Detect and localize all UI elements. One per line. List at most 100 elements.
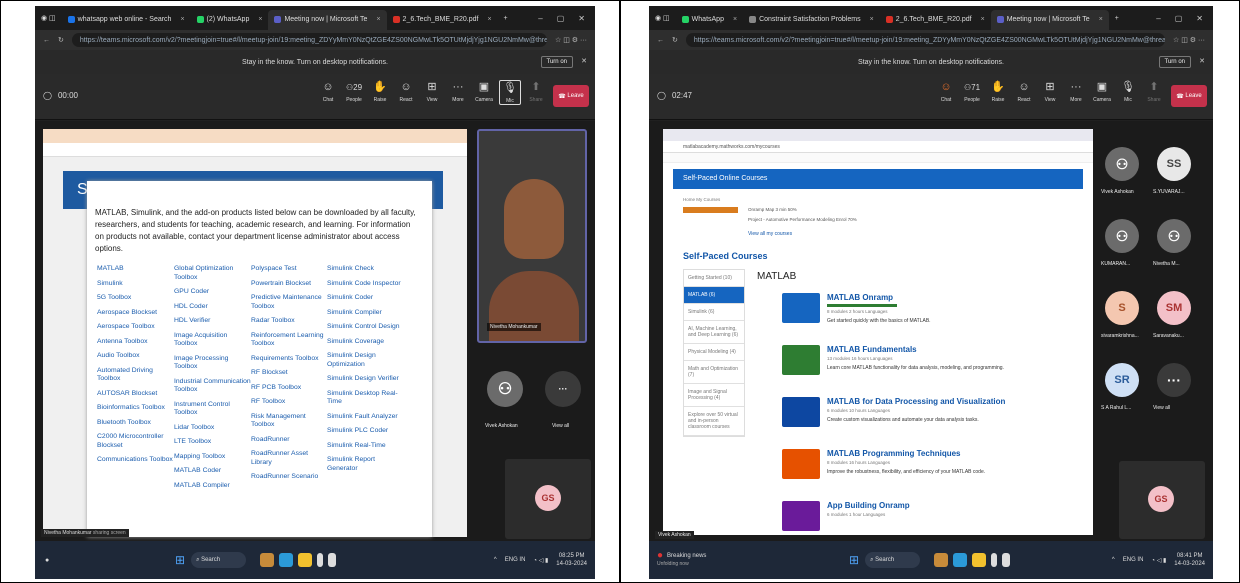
close-icon[interactable]: × — [981, 16, 985, 23]
product-link[interactable]: Simulink Coverage — [327, 338, 405, 347]
product-link[interactable]: HDL Coder — [174, 303, 252, 312]
view-all-button[interactable]: ··· — [1157, 363, 1191, 397]
course-title[interactable]: App Building Onramp — [827, 501, 1093, 510]
course-card[interactable]: MATLAB Programming Techniques 8 modules 1… — [782, 449, 1093, 479]
close-icon[interactable]: × — [376, 16, 380, 23]
product-link[interactable]: C2000 Microcontroller Blockset — [97, 433, 175, 450]
recent-course-1[interactable]: Onramp Map 3 min 50% — [748, 207, 797, 212]
product-link[interactable]: Requirements Toolbox — [251, 355, 329, 364]
participant-avatar[interactable]: ⚇ — [1157, 219, 1191, 253]
news-widget[interactable]: ● Breaking news Unfolding now — [649, 551, 849, 568]
browser-tab[interactable]: Constraint Satisfaction Problems × — [743, 10, 880, 30]
product-link[interactable]: 5G Toolbox — [97, 294, 175, 303]
view-button[interactable]: ⊞ View — [421, 80, 443, 103]
edge-icon[interactable] — [279, 553, 294, 567]
start-icon[interactable]: ⊞ — [175, 553, 185, 567]
product-link[interactable]: RF Toolbox — [251, 398, 329, 407]
product-link[interactable]: Antenna Toolbox — [97, 338, 175, 347]
view-button[interactable]: ⊞ View — [1039, 80, 1061, 103]
product-link[interactable]: Aerospace Toolbox — [97, 323, 175, 332]
minimize-icon[interactable]: – — [538, 14, 542, 23]
raise-hand-button[interactable]: ✋ Raise — [987, 80, 1009, 103]
browser-tab[interactable]: WhatsApp × — [676, 10, 743, 30]
course-title[interactable]: MATLAB Onramp — [827, 293, 1093, 302]
language-indicator[interactable]: ENG IN — [1123, 557, 1144, 563]
close-icon[interactable]: × — [487, 16, 491, 23]
browser-tab[interactable]: (2) WhatsApp × — [191, 10, 269, 30]
taskbar-app-icon[interactable] — [317, 553, 324, 567]
product-link[interactable]: Simulink Compiler — [327, 309, 405, 318]
taskbar-app-icon[interactable] — [934, 553, 949, 567]
turn-on-button[interactable]: Turn on — [1158, 56, 1191, 68]
product-link[interactable]: RF Blockset — [251, 369, 329, 378]
start-icon[interactable]: ⊞ — [849, 553, 859, 567]
product-link[interactable]: Risk Management Toolbox — [251, 413, 329, 430]
product-link[interactable]: RF PCB Toolbox — [251, 384, 329, 393]
leave-button[interactable]: ☎ Leave — [553, 85, 589, 107]
share-button[interactable]: ⬆ Share — [525, 80, 547, 103]
browser-extensions-icon[interactable]: ☆ ◫ ⚙ ··· — [1173, 36, 1205, 44]
react-button[interactable]: ☺ React — [395, 80, 417, 103]
product-link[interactable]: RoadRunner Scenario — [251, 473, 329, 482]
product-link[interactable]: Simulink Control Design — [327, 323, 405, 332]
course-card[interactable]: App Building Onramp 6 modules 1 hour Lang… — [782, 501, 1093, 531]
maximize-icon[interactable]: ▢ — [557, 14, 565, 23]
taskbar-app-icon[interactable] — [260, 553, 275, 567]
new-tab-icon[interactable]: + — [1109, 15, 1119, 22]
course-card[interactable]: MATLAB for Data Processing and Visualiza… — [782, 397, 1093, 427]
product-link[interactable]: Predictive Maintenance Toolbox — [251, 294, 329, 311]
product-link[interactable]: MATLAB — [97, 265, 175, 274]
taskbar-app-icon[interactable] — [328, 553, 337, 567]
new-tab-icon[interactable]: + — [498, 15, 508, 22]
taskbar-search[interactable]: ⌕ Search — [191, 552, 247, 568]
close-icon[interactable]: ✕ — [581, 57, 587, 65]
product-link[interactable]: Industrial Communication Toolbox — [174, 378, 252, 395]
url-field[interactable]: https://teams.microsoft.com/v2/?meetingj… — [685, 33, 1165, 47]
participant-avatar[interactable]: SM — [1157, 291, 1191, 325]
product-link[interactable]: RoadRunner — [251, 436, 329, 445]
browser-extensions-icon[interactable]: ☆ ◫ ⚙ ··· — [555, 36, 587, 44]
view-all-button[interactable]: ··· — [545, 371, 581, 407]
course-card[interactable]: MATLAB Fundamentals 13 modules 16 hours L… — [782, 345, 1093, 375]
product-link[interactable]: Polyspace Test — [251, 265, 329, 274]
chat-button[interactable]: ☺ Chat — [935, 80, 957, 103]
browser-tab[interactable]: 2_6.Tech_BME_R20.pdf × — [880, 10, 991, 30]
weather-icon[interactable]: ● — [35, 557, 175, 564]
react-button[interactable]: ☺ React — [1013, 80, 1035, 103]
product-link[interactable]: MATLAB Coder — [174, 467, 252, 476]
more-button[interactable]: ··· More — [447, 80, 469, 103]
course-title[interactable]: MATLAB Programming Techniques — [827, 449, 1093, 458]
raise-hand-button[interactable]: ✋ Raise — [369, 80, 391, 103]
browser-tab-active[interactable]: Meeting now | Microsoft Te × — [268, 9, 387, 30]
participant-avatar[interactable]: SS — [1157, 147, 1191, 181]
browser-menu-icon[interactable]: ◉ ◫ — [649, 14, 676, 22]
product-link[interactable]: Aerospace Blockset — [97, 309, 175, 318]
product-link[interactable]: Global Optimization Toolbox — [174, 265, 252, 282]
product-link[interactable]: LTE Toolbox — [174, 438, 252, 447]
chat-button[interactable]: ☺ Chat — [317, 80, 339, 103]
product-link[interactable]: Automated Driving Toolbox — [97, 367, 175, 384]
participant-avatar[interactable]: ⚇ — [487, 371, 523, 407]
wifi-icon[interactable]: ◔ ◁ ▮ — [1151, 557, 1166, 564]
mic-button[interactable]: 🎙 Mic — [499, 80, 521, 105]
taskbar-search[interactable]: ⌕ Search — [865, 552, 921, 568]
product-link[interactable]: Simulink Code Inspector — [327, 280, 405, 289]
clock[interactable]: 08:41 PM 14-03-2024 — [1174, 552, 1205, 568]
product-link[interactable]: RoadRunner Asset Library — [251, 450, 329, 467]
view-all-courses-link[interactable]: View all my courses — [748, 231, 792, 237]
explorer-icon[interactable] — [972, 553, 987, 567]
browser-tab-active[interactable]: Meeting now | Microsoft Te × — [990, 9, 1109, 30]
edge-icon[interactable] — [953, 553, 968, 567]
product-link[interactable]: Reinforcement Learning Toolbox — [251, 332, 329, 349]
product-link[interactable]: Lidar Toolbox — [174, 424, 252, 433]
product-link[interactable]: Mapping Toolbox — [174, 453, 252, 462]
recent-course-2[interactable]: Project - Automotive Performance Modelin… — [748, 217, 857, 222]
maximize-icon[interactable]: ▢ — [1175, 14, 1183, 23]
course-title[interactable]: MATLAB Fundamentals — [827, 345, 1093, 354]
back-icon[interactable]: ← — [43, 37, 50, 44]
product-link[interactable]: Simulink Design Verifier — [327, 375, 405, 384]
close-window-icon[interactable]: ✕ — [1196, 14, 1203, 23]
category-nav-item[interactable]: Getting Started (10) — [684, 270, 744, 287]
product-link[interactable]: Powertrain Blockset — [251, 280, 329, 289]
taskbar-app-icon[interactable] — [991, 553, 998, 567]
